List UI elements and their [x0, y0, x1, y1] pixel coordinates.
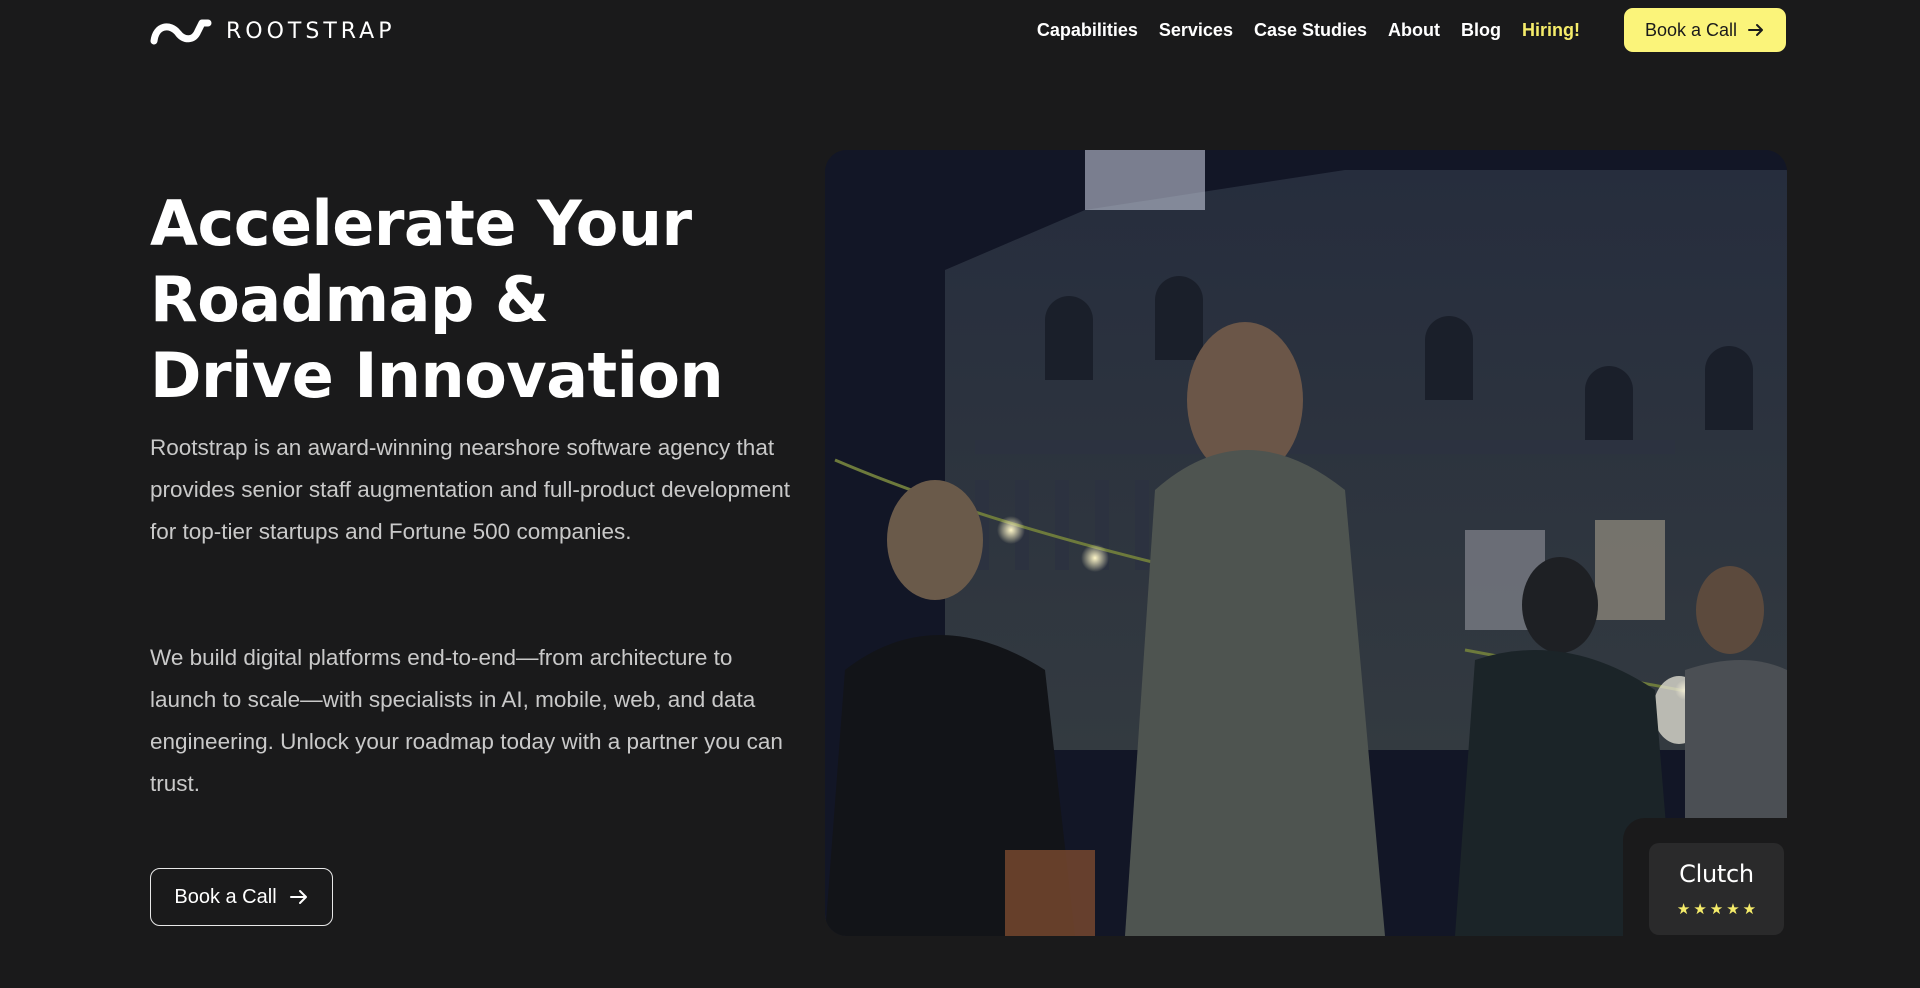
book-call-hero-button[interactable]: Book a Call — [150, 868, 333, 926]
rootstrap-wave-icon — [150, 19, 212, 45]
arrow-right-icon — [1748, 24, 1764, 36]
nav-case-studies[interactable]: Case Studies — [1254, 18, 1367, 42]
hero-title-line-2: Roadmap & — [150, 263, 549, 336]
nav-blog[interactable]: Blog — [1461, 18, 1501, 42]
site-header: ROOTSTRAP Capabilities Services Case Stu… — [0, 0, 1920, 60]
logo-text: ROOTSTRAP — [226, 19, 396, 44]
star-icon: ★ — [1693, 901, 1707, 918]
hero-paragraph-1: Rootstrap is an award-winning nearshore … — [150, 435, 790, 544]
clutch-logo-text: Clutch — [1679, 860, 1754, 888]
logo-link[interactable]: ROOTSTRAP — [150, 18, 395, 46]
clutch-badge[interactable]: Clutch ★ ★ ★ ★ ★ — [1649, 843, 1784, 935]
clutch-rating-stars: ★ ★ ★ ★ ★ — [1677, 900, 1756, 918]
hero-paragraph-2: We build digital platforms end-to-end—fr… — [150, 645, 783, 796]
nav-about[interactable]: About — [1388, 18, 1440, 42]
hero-title-line-1: Accelerate Your — [150, 187, 692, 260]
nav-hiring[interactable]: Hiring! — [1522, 18, 1580, 42]
main-nav: Capabilities Services Case Studies About… — [1037, 18, 1580, 42]
star-icon: ★ — [1676, 901, 1691, 918]
book-call-hero-label: Book a Call — [174, 885, 277, 908]
hero-title-line-3: Drive Innovation — [150, 339, 724, 412]
star-icon: ★ — [1709, 901, 1724, 918]
nav-services[interactable]: Services — [1159, 18, 1233, 42]
book-call-header-label: Book a Call — [1644, 19, 1738, 40]
star-icon: ★ — [1726, 901, 1740, 918]
book-call-header-button[interactable]: Book a Call — [1624, 8, 1786, 52]
arrow-right-icon — [289, 890, 307, 904]
hero-title: Accelerate Your Roadmap & Drive Innovati… — [150, 186, 810, 414]
nav-capabilities[interactable]: Capabilities — [1037, 18, 1138, 42]
star-icon: ★ — [1742, 901, 1757, 918]
